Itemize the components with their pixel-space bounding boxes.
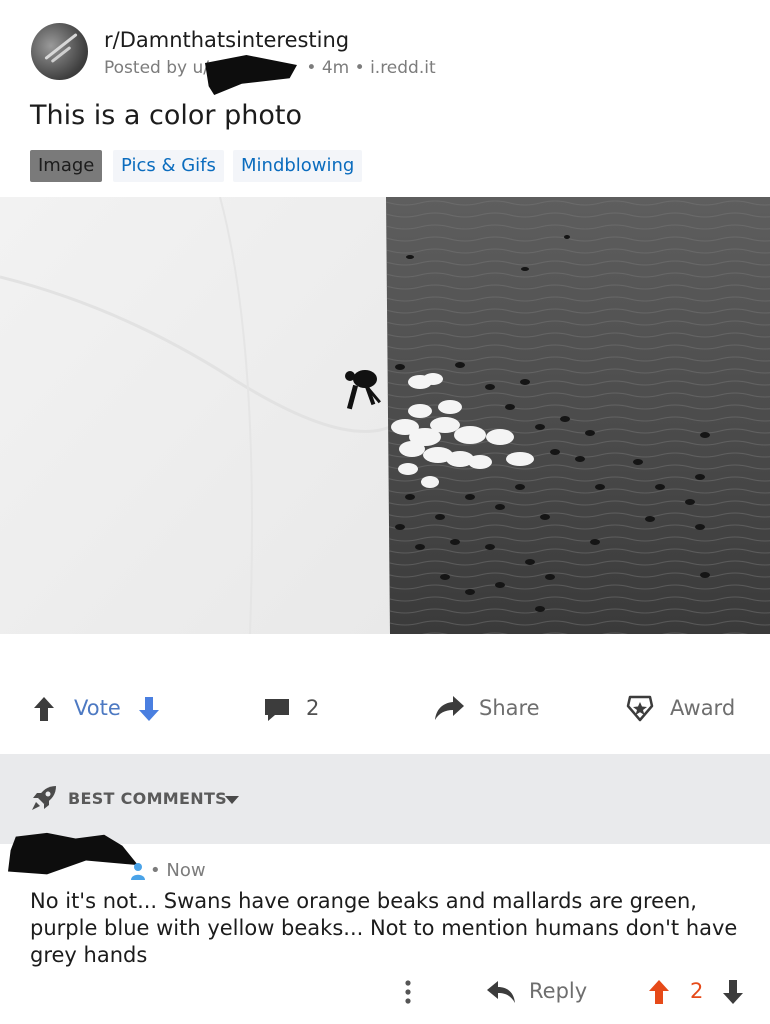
post-title[interactable]: This is a color photo [30, 100, 302, 131]
award-button[interactable]: Award [670, 696, 735, 720]
meta-separator: • [150, 860, 161, 881]
share-arrow-icon[interactable] [433, 694, 465, 722]
comment-vote-count: 2 [690, 979, 704, 1003]
subreddit-name[interactable]: r/Damnthatsinteresting [104, 28, 349, 52]
flair-pics-gifs[interactable]: Pics & Gifs [113, 150, 224, 182]
sort-label[interactable]: BEST COMMENTS [68, 789, 227, 808]
caret-down-icon[interactable] [224, 795, 240, 805]
reply-arrow-icon[interactable] [486, 980, 516, 1004]
share-button[interactable]: Share [479, 696, 540, 720]
downvote-arrow-icon[interactable] [722, 979, 744, 1005]
upvote-arrow-icon[interactable] [33, 696, 55, 722]
comment-count[interactable]: 2 [306, 696, 319, 720]
more-vertical-icon[interactable] [403, 978, 413, 1006]
flair-image[interactable]: Image [30, 150, 103, 182]
rocket-icon [32, 786, 56, 810]
comment-time: Now [166, 860, 206, 881]
post-image[interactable] [0, 197, 770, 634]
post-time: 4m [321, 58, 350, 78]
reply-button[interactable]: Reply [529, 979, 587, 1003]
downvote-arrow-icon[interactable] [138, 696, 160, 722]
user-avatar-icon[interactable] [130, 862, 146, 880]
meta-separator: • [306, 58, 317, 78]
award-icon[interactable] [626, 694, 654, 722]
flair-mindblowing[interactable]: Mindblowing [233, 150, 363, 182]
meta-separator: • [354, 58, 365, 78]
vote-label: Vote [74, 696, 121, 720]
posted-by-label[interactable]: Posted by u/ [104, 58, 209, 78]
comment-meta: • Now [150, 860, 206, 881]
comment-body: No it's not... Swans have orange beaks a… [30, 889, 738, 967]
comment-bubble-icon[interactable] [263, 697, 291, 723]
subreddit-avatar[interactable] [31, 23, 88, 80]
upvote-arrow-icon[interactable] [648, 979, 670, 1005]
post-domain[interactable]: i.redd.it [370, 58, 436, 78]
